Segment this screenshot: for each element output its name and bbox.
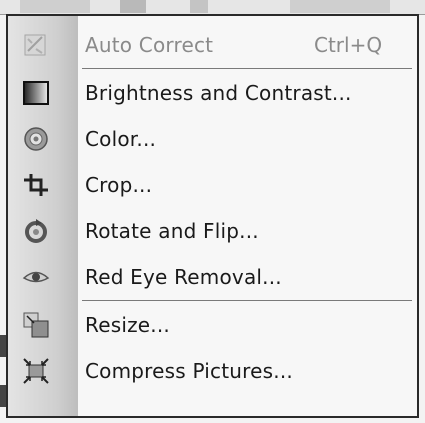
- menu-item-compress-pictures[interactable]: Compress Pictures...: [8, 348, 417, 394]
- auto-correct-icon: [24, 34, 46, 56]
- menu-item-label: Resize...: [85, 313, 170, 337]
- compress-pictures-icon: [23, 358, 49, 384]
- menu-item-label: Rotate and Flip...: [85, 219, 259, 243]
- brightness-contrast-icon: [23, 81, 49, 105]
- menu-separator: [82, 300, 412, 301]
- color-icon: [24, 127, 48, 151]
- menu-item-crop[interactable]: Crop...: [8, 162, 417, 208]
- red-eye-icon: [22, 271, 50, 283]
- menu-item-resize[interactable]: Resize...: [8, 302, 417, 348]
- menu-item-label: Compress Pictures...: [85, 359, 293, 383]
- crop-icon: [24, 174, 48, 196]
- menu-item-auto-correct[interactable]: Auto Correct Ctrl+Q: [8, 22, 417, 68]
- menu-item-label: Red Eye Removal...: [85, 265, 282, 289]
- picture-context-menu: Auto Correct Ctrl+Q Brightness and Contr…: [6, 14, 419, 418]
- rotate-flip-icon: [25, 219, 47, 243]
- menu-item-red-eye-removal[interactable]: Red Eye Removal...: [8, 254, 417, 300]
- resize-icon: [23, 312, 49, 338]
- menu-item-label: Color...: [85, 127, 157, 151]
- menu-item-color[interactable]: Color...: [8, 116, 417, 162]
- menu-item-rotate-flip[interactable]: Rotate and Flip...: [8, 208, 417, 254]
- menu-item-shortcut: Ctrl+Q: [314, 33, 383, 57]
- menu-item-label: Auto Correct: [85, 33, 214, 57]
- menu-separator: [82, 68, 412, 69]
- menu-item-brightness-contrast[interactable]: Brightness and Contrast...: [8, 70, 417, 116]
- menu-bar-strip: [0, 0, 425, 15]
- menu-item-label: Crop...: [85, 173, 153, 197]
- menu-item-label: Brightness and Contrast...: [85, 81, 352, 105]
